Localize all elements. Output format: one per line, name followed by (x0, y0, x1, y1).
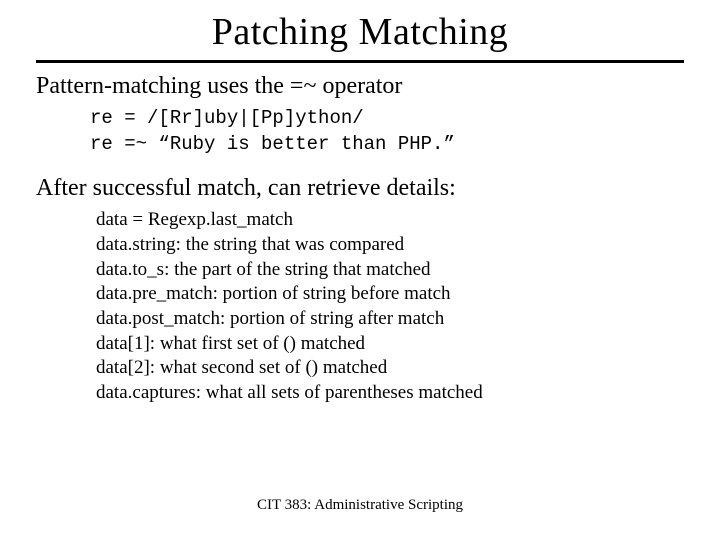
code-block: re = /[Rr]uby|[Pp]ython/ re =~ “Ruby is … (90, 106, 684, 157)
lead-text-2: After successful match, can retrieve det… (36, 175, 684, 202)
detail-item: data[2]: what second set of () matched (96, 356, 684, 381)
lead-text-1: Pattern-matching uses the =~ operator (36, 73, 684, 100)
detail-item: data.string: the string that was compare… (96, 233, 684, 258)
code-line-2: re =~ “Ruby is better than PHP.” (90, 133, 455, 155)
slide-title: Patching Matching (36, 10, 684, 54)
title-rule (36, 60, 684, 63)
detail-item: data.to_s: the part of the string that m… (96, 258, 684, 283)
detail-item: data.post_match: portion of string after… (96, 307, 684, 332)
slide-footer: CIT 383: Administrative Scripting (0, 497, 720, 514)
detail-item: data = Regexp.last_match (96, 208, 684, 233)
detail-list: data = Regexp.last_match data.string: th… (96, 208, 684, 406)
detail-item: data[1]: what first set of () matched (96, 332, 684, 357)
code-line-1: re = /[Rr]uby|[Pp]ython/ (90, 107, 364, 129)
detail-item: data.captures: what all sets of parenthe… (96, 381, 684, 406)
slide: Patching Matching Pattern-matching uses … (0, 0, 720, 540)
detail-item: data.pre_match: portion of string before… (96, 282, 684, 307)
